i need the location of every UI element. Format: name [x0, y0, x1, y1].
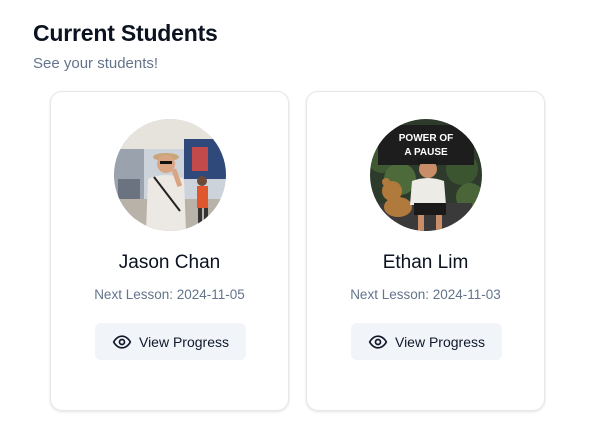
student-name: Jason Chan — [118, 252, 221, 273]
student-card: Jason Chan Next Lesson: 2024-11-05 View … — [50, 91, 289, 411]
eye-icon — [112, 334, 132, 349]
students-page: Current Students See your students! Jaso… — [0, 0, 595, 446]
view-progress-label: View Progress — [394, 333, 485, 350]
svg-text:A PAUSE: A PAUSE — [404, 147, 448, 158]
avatar-photo — [114, 119, 226, 231]
svg-text:POWER OF: POWER OF — [399, 133, 453, 144]
eye-icon — [368, 334, 388, 349]
view-progress-label: View Progress — [138, 333, 229, 350]
page-subtitle: See your students! — [33, 55, 159, 72]
next-lesson-date: Next Lesson: 2024-11-05 — [94, 287, 245, 302]
page-title: Current Students — [33, 20, 218, 46]
avatar-photo: POWER OF A PAUSE — [370, 119, 482, 231]
view-progress-button[interactable]: View Progress — [351, 323, 502, 360]
view-progress-button[interactable]: View Progress — [95, 323, 246, 360]
next-lesson-date: Next Lesson: 2024-11-03 — [350, 287, 501, 302]
student-card: POWER OF A PAUSE Ethan Lim Next Lesson: … — [306, 91, 545, 411]
student-avatar — [114, 119, 226, 231]
student-avatar: POWER OF A PAUSE — [370, 119, 482, 231]
student-name: Ethan Lim — [382, 252, 469, 273]
